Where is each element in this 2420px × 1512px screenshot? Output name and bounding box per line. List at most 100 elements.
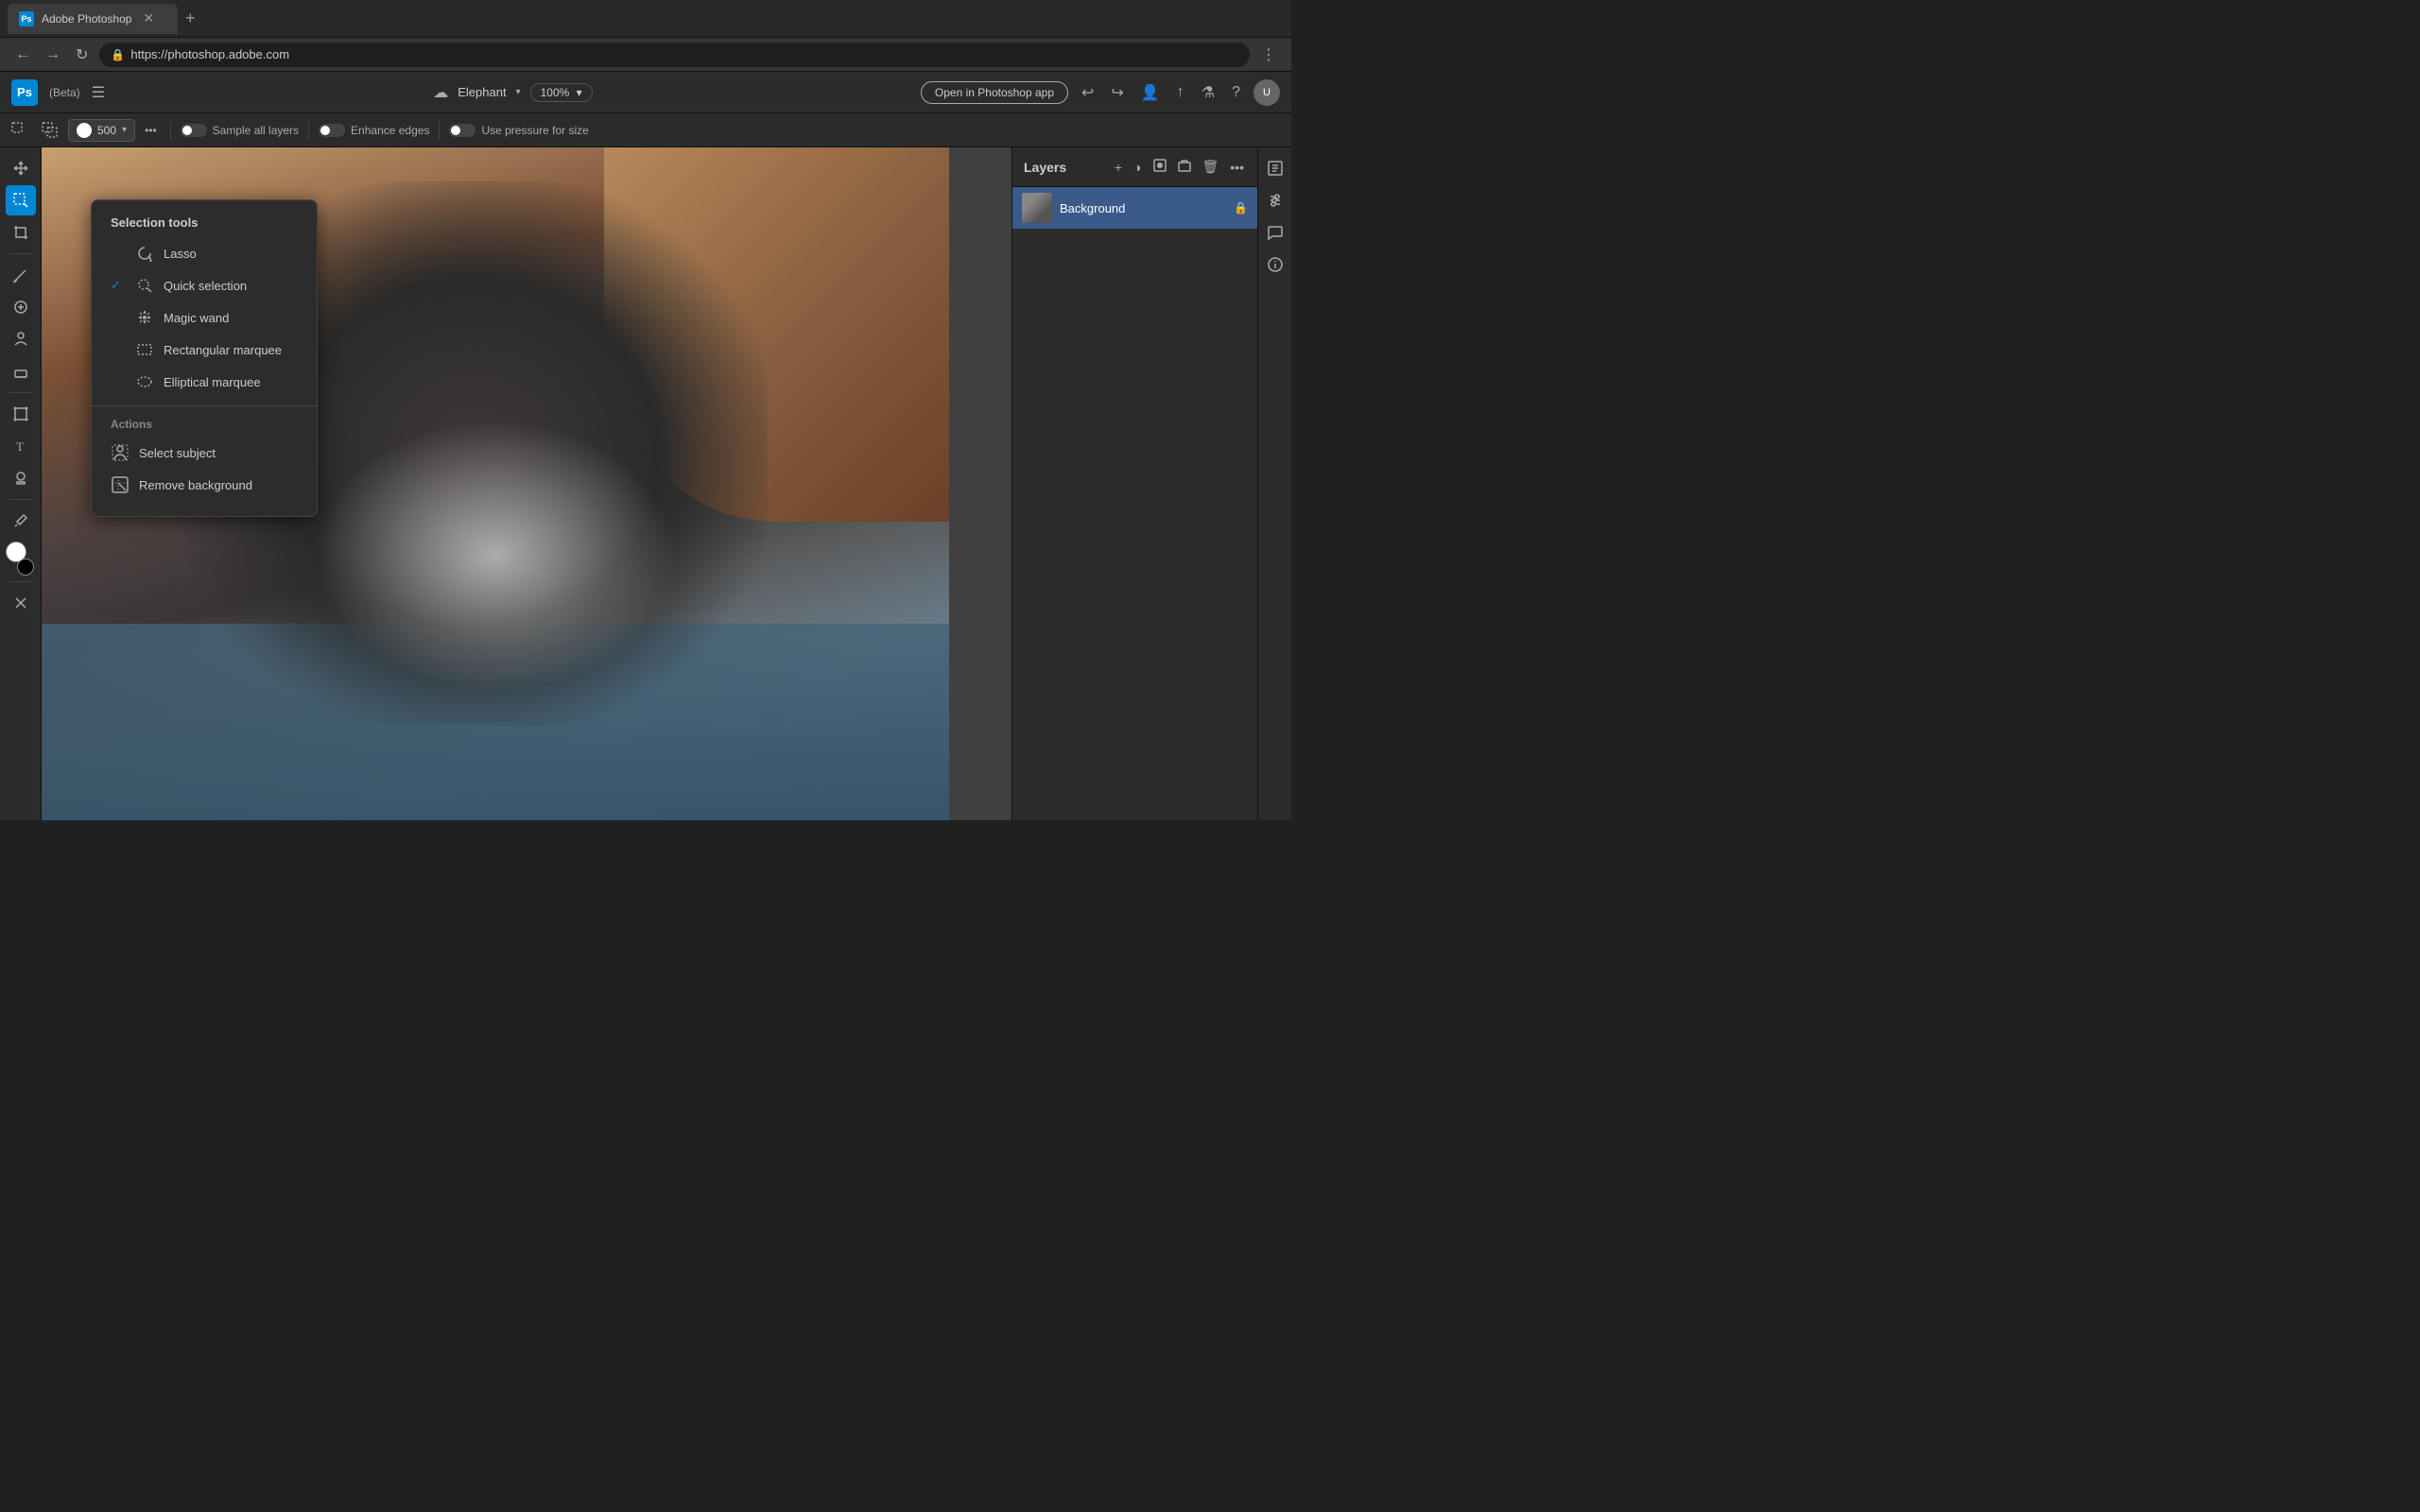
- more-options-button[interactable]: •••: [141, 122, 161, 139]
- lasso-tool-item[interactable]: ✓ Lasso: [92, 237, 317, 269]
- group-button[interactable]: [1176, 157, 1193, 177]
- quick-selection-icon: [135, 276, 154, 295]
- zoom-dropdown-icon[interactable]: ▾: [577, 86, 582, 99]
- magic-wand-item[interactable]: ✓ Magic wand: [92, 301, 317, 334]
- enhance-edges-toggle[interactable]: [319, 124, 345, 137]
- type-tool[interactable]: T: [6, 431, 36, 461]
- share-icon[interactable]: ↑: [1173, 80, 1188, 105]
- healing-tool[interactable]: [6, 292, 36, 322]
- brush-tool[interactable]: [6, 260, 36, 290]
- quick-selection-check: ✓: [111, 278, 126, 293]
- use-pressure-toggle[interactable]: [449, 124, 475, 137]
- transform-tool[interactable]: [6, 399, 36, 429]
- brush-size-control[interactable]: 500 ▾: [68, 119, 135, 142]
- sample-all-layers-toggle[interactable]: [181, 124, 207, 137]
- brush-size-value: 500: [97, 124, 116, 137]
- elliptical-marquee-label: Elliptical marquee: [164, 375, 261, 389]
- quick-selection-item[interactable]: ✓ Quick selection: [92, 269, 317, 301]
- lasso-label: Lasso: [164, 247, 197, 261]
- redo-button[interactable]: ↪: [1107, 79, 1127, 106]
- user-avatar[interactable]: U: [1253, 79, 1280, 106]
- paint-tool[interactable]: [6, 324, 36, 354]
- app-header: Ps (Beta) ☰ ☁ Elephant ▾ 100% ▾ Open in …: [0, 72, 1291, 113]
- tool-divider-4: [9, 581, 32, 582]
- select-subject-label: Select subject: [139, 446, 216, 460]
- ellip-marquee-icon: [135, 372, 154, 391]
- beta-label: (Beta): [49, 86, 80, 99]
- layer-name: Background: [1060, 201, 1226, 215]
- properties-panel-button[interactable]: [1262, 155, 1288, 181]
- water-splash: [314, 420, 677, 692]
- elliptical-marquee-item[interactable]: ✓ Elliptical marquee: [92, 366, 317, 398]
- background-color[interactable]: [17, 558, 34, 576]
- browser-chrome: Ps Adobe Photoshop ✕ +: [0, 0, 1291, 38]
- layer-thumbnail: [1022, 193, 1052, 223]
- mask-button[interactable]: [1151, 157, 1168, 177]
- zoom-value: 100%: [541, 86, 570, 99]
- remove-background-label: Remove background: [139, 478, 252, 492]
- zoom-level-button[interactable]: 100% ▾: [530, 83, 593, 102]
- info-panel-button[interactable]: [1262, 251, 1288, 278]
- stamp-tool[interactable]: [6, 463, 36, 493]
- canvas-area[interactable]: Selection tools ✓ Lasso ✓ Quick selectio…: [42, 147, 1011, 820]
- remove-background-item[interactable]: Remove background: [92, 469, 317, 501]
- security-lock-icon: 🔒: [111, 48, 125, 61]
- adjustment-layer-button[interactable]: ◑: [1132, 158, 1143, 177]
- magic-wand-label: Magic wand: [164, 311, 229, 325]
- open-in-app-button[interactable]: Open in Photoshop app: [921, 81, 1068, 104]
- new-tab-button[interactable]: +: [185, 9, 196, 28]
- sample-all-layers-label: Sample all layers: [213, 124, 299, 137]
- crop-tool[interactable]: [6, 217, 36, 248]
- svg-text:T: T: [16, 439, 24, 454]
- color-picker[interactable]: [6, 541, 36, 576]
- hamburger-menu-button[interactable]: ☰: [92, 83, 105, 102]
- tool-divider-1: [9, 253, 32, 254]
- actions-section-label: Actions: [92, 414, 317, 437]
- file-name-dropdown-icon[interactable]: ▾: [516, 87, 521, 97]
- layers-more-button[interactable]: •••: [1228, 158, 1246, 177]
- delete-layer-button[interactable]: 🗑: [1201, 157, 1221, 177]
- left-toolbox: T: [0, 147, 42, 820]
- move-tool[interactable]: [6, 153, 36, 183]
- background-layer-item[interactable]: Background 🔒: [1012, 187, 1257, 229]
- help-icon[interactable]: ?: [1228, 80, 1244, 105]
- browser-nav: ← → ↻ 🔒 https://photoshop.adobe.com ⋮: [0, 38, 1291, 72]
- add-layer-button[interactable]: +: [1113, 158, 1124, 177]
- cloud-icon: ☁: [433, 83, 448, 102]
- eraser-tool[interactable]: [6, 356, 36, 387]
- layers-panel: Layers + ◑ 🗑 ••• Bac: [1011, 147, 1257, 820]
- selection-subtract-button[interactable]: [38, 120, 62, 141]
- enhance-edges-toggle-group: Enhance edges: [319, 124, 429, 137]
- photoshop-app: Ps (Beta) ☰ ☁ Elephant ▾ 100% ▾ Open in …: [0, 72, 1291, 820]
- toolbar-separator-2: [308, 121, 309, 140]
- rect-marquee-label: Rectangular marquee: [164, 343, 282, 357]
- eyedropper-tool[interactable]: [6, 506, 36, 536]
- account-icon[interactable]: 👤: [1137, 79, 1164, 106]
- comments-panel-button[interactable]: [1262, 219, 1288, 246]
- layer-lock-icon[interactable]: 🔒: [1234, 201, 1248, 215]
- quick-selection-label: Quick selection: [164, 279, 247, 293]
- brush-size-dropdown-icon[interactable]: ▾: [122, 125, 127, 135]
- file-name[interactable]: Elephant: [458, 85, 506, 99]
- tool-divider-2: [9, 392, 32, 393]
- flask-icon[interactable]: ⚗: [1198, 79, 1219, 106]
- rectangular-marquee-item[interactable]: ✓ Rectangular marquee: [92, 334, 317, 366]
- selection-tools-popup: Selection tools ✓ Lasso ✓ Quick selectio…: [91, 199, 318, 517]
- address-bar[interactable]: 🔒 https://photoshop.adobe.com: [99, 43, 1250, 67]
- nav-refresh-button[interactable]: ↻: [72, 42, 92, 68]
- zoom-tool[interactable]: [6, 588, 36, 618]
- select-subject-icon: [111, 443, 130, 462]
- layers-actions: + ◑ 🗑 •••: [1113, 157, 1246, 177]
- tab-close-icon[interactable]: ✕: [143, 10, 154, 26]
- use-pressure-label: Use pressure for size: [481, 124, 588, 137]
- selection-add-button[interactable]: [8, 120, 32, 141]
- toolbar-separator-3: [439, 121, 440, 140]
- browser-menu-button[interactable]: ⋮: [1257, 42, 1280, 68]
- undo-button[interactable]: ↩: [1078, 79, 1098, 106]
- nav-forward-button[interactable]: →: [42, 43, 64, 67]
- select-subject-item[interactable]: Select subject: [92, 437, 317, 469]
- selection-tool[interactable]: [6, 185, 36, 215]
- nav-back-button[interactable]: ←: [11, 43, 34, 67]
- adjustments-panel-button[interactable]: [1262, 187, 1288, 214]
- browser-tab[interactable]: Ps Adobe Photoshop ✕: [8, 4, 178, 34]
